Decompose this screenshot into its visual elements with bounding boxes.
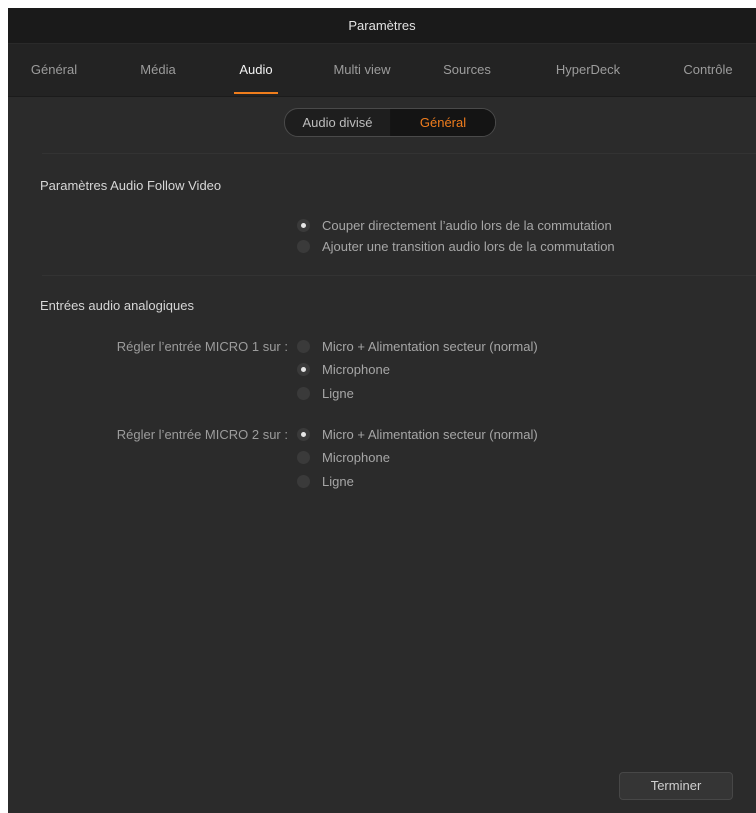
afv-option-cut-label: Couper directement l’audio lors de la co… — [322, 218, 612, 233]
divider — [42, 275, 756, 276]
done-button[interactable]: Terminer — [619, 772, 733, 800]
radio-button[interactable] — [297, 340, 310, 353]
radio-button-checked[interactable] — [297, 363, 310, 376]
tab-general[interactable]: Général — [24, 44, 84, 96]
radio-button-checked[interactable] — [297, 219, 310, 232]
audio-mode-segmented-control: Audio divisé Général — [284, 108, 496, 137]
radio-button[interactable] — [297, 240, 310, 253]
tab-sources[interactable]: Sources — [432, 44, 502, 96]
audio-follow-video-title: Paramètres Audio Follow Video — [40, 178, 222, 193]
mic1-option-microphone-label: Microphone — [322, 362, 390, 377]
tab-controle[interactable]: Contrôle — [671, 44, 745, 96]
settings-tab-bar: Général Média Audio Multi view Sources H… — [8, 44, 756, 97]
radio-button[interactable] — [297, 387, 310, 400]
segment-general[interactable]: Général — [391, 109, 495, 136]
window-title: Paramètres — [8, 8, 756, 44]
radio-button-checked[interactable] — [297, 428, 310, 441]
mic2-label: Régler l’entrée MICRO 2 sur : — [116, 427, 288, 442]
segment-audio-divise[interactable]: Audio divisé — [285, 109, 391, 136]
settings-window: Paramètres Général Média Audio Multi vie… — [8, 8, 756, 813]
divider — [42, 153, 756, 154]
tab-media[interactable]: Média — [128, 44, 188, 96]
mic2-option-phantom-label: Micro + Alimentation secteur (normal) — [322, 427, 538, 442]
afv-option-transition-label: Ajouter une transition audio lors de la … — [322, 239, 615, 254]
radio-button[interactable] — [297, 475, 310, 488]
mic2-option-microphone-label: Microphone — [322, 450, 390, 465]
mic1-option-line-label: Ligne — [322, 386, 354, 401]
mic1-option-phantom-label: Micro + Alimentation secteur (normal) — [322, 339, 538, 354]
mic1-label: Régler l’entrée MICRO 1 sur : — [116, 339, 288, 354]
tab-audio[interactable]: Audio — [232, 44, 280, 96]
tab-multi-view[interactable]: Multi view — [320, 44, 404, 96]
mic2-option-line-label: Ligne — [322, 474, 354, 489]
tab-hyperdeck[interactable]: HyperDeck — [543, 44, 633, 96]
radio-button[interactable] — [297, 451, 310, 464]
analog-inputs-title: Entrées audio analogiques — [40, 298, 194, 313]
